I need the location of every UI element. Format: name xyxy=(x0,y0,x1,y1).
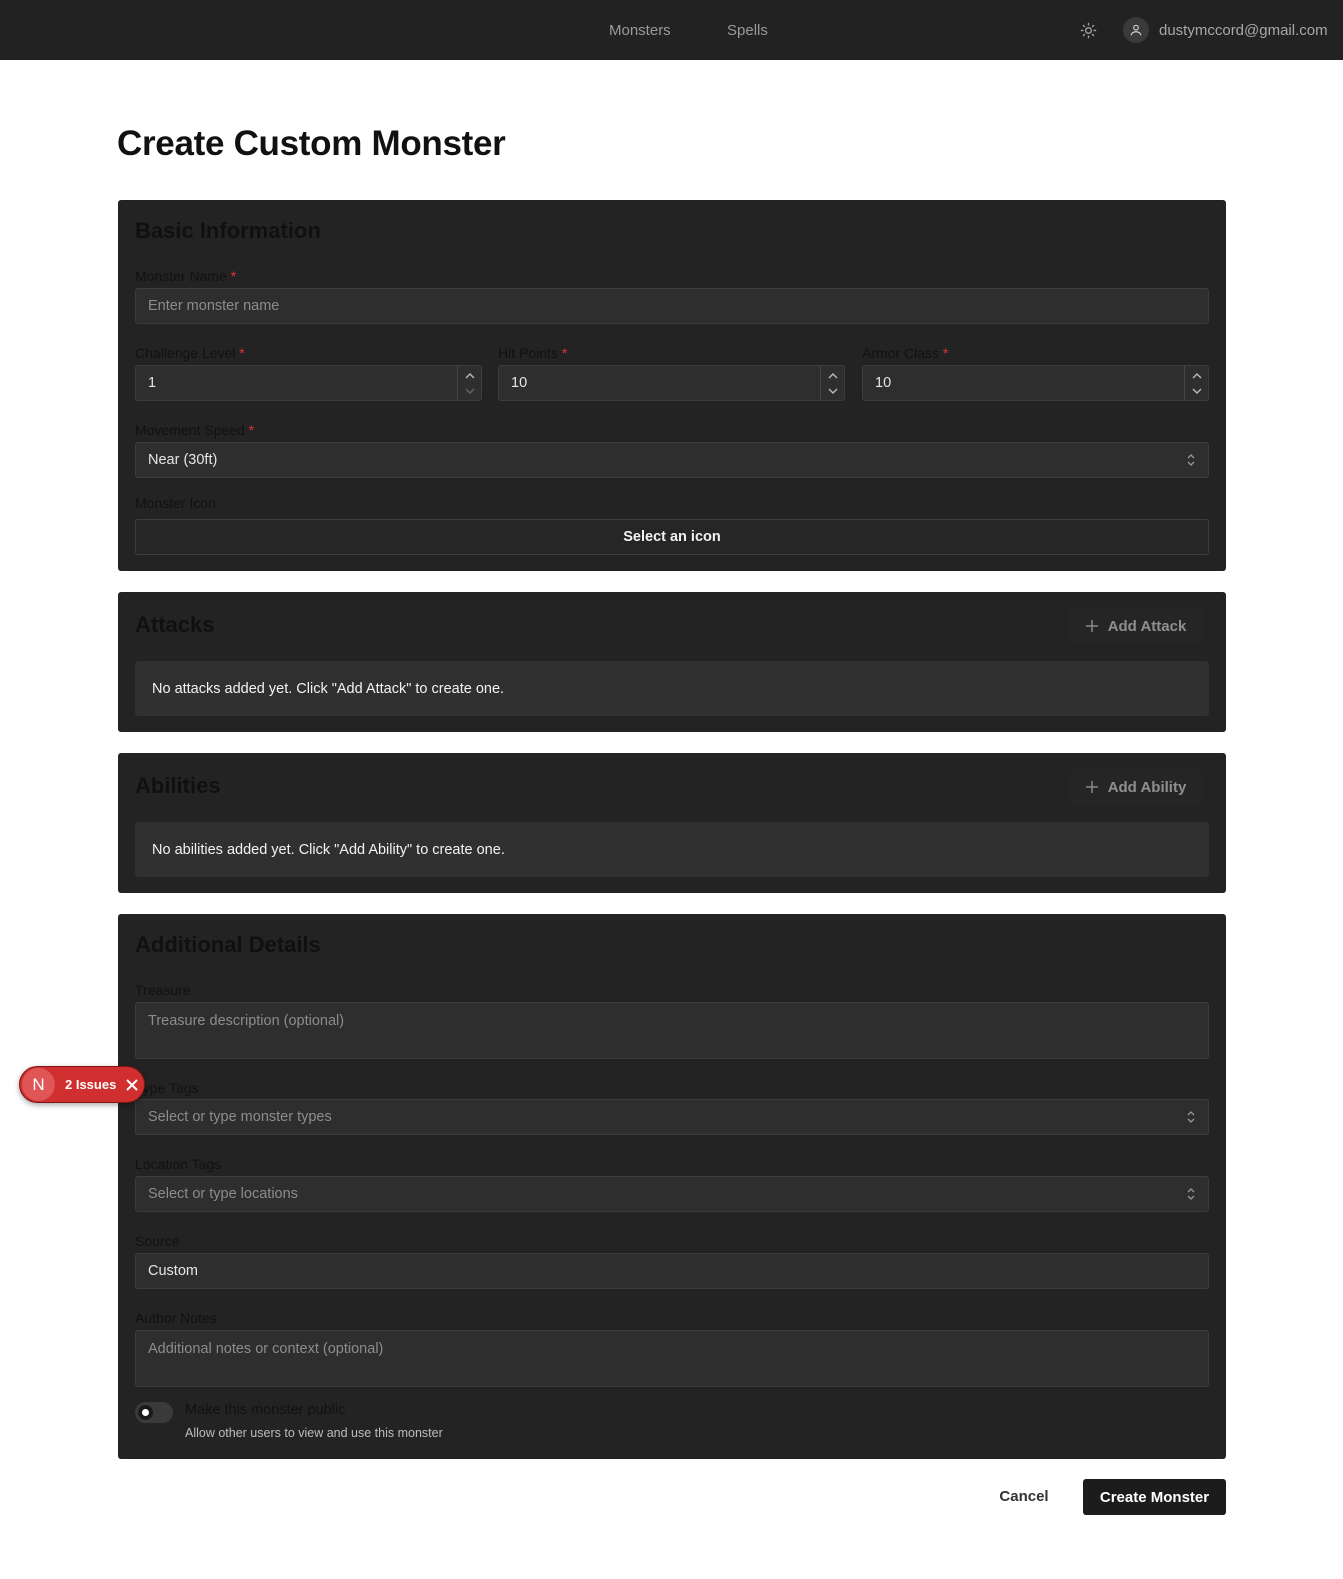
location-tags-label: Location Tags xyxy=(135,1156,222,1172)
issues-badge[interactable]: N 2 Issues xyxy=(19,1066,145,1103)
chevron-down-icon[interactable] xyxy=(465,386,475,396)
toggle-knob xyxy=(138,1405,153,1420)
source-input[interactable]: Custom xyxy=(135,1253,1209,1289)
public-toggle[interactable] xyxy=(135,1402,173,1423)
sun-icon[interactable] xyxy=(1080,22,1097,39)
challenge-level-stepper[interactable] xyxy=(457,366,481,400)
abilities-card: Abilities Add Ability No abilities added… xyxy=(118,753,1226,893)
treasure-label: Treasure xyxy=(135,982,191,998)
hit-points-label: Hit Points * xyxy=(498,345,568,361)
add-attack-button[interactable]: Add Attack xyxy=(1070,608,1202,644)
close-icon[interactable] xyxy=(125,1078,139,1092)
select-icon-button[interactable]: Select an icon xyxy=(135,519,1209,555)
section-title-details: Additional Details xyxy=(135,932,321,957)
monster-name-label: Monster Name * xyxy=(135,268,237,284)
plus-icon xyxy=(1085,781,1098,793)
chevron-up-icon[interactable] xyxy=(465,371,475,381)
monster-icon-label: Monster Icon xyxy=(135,495,216,511)
monster-name-input[interactable]: Enter monster name xyxy=(135,288,1209,324)
user-icon xyxy=(1130,24,1142,36)
hit-points-input[interactable]: 10 xyxy=(498,365,845,401)
source-label: Source xyxy=(135,1233,180,1249)
chevron-updown-icon xyxy=(1187,454,1195,466)
attacks-card: Attacks Add Attack No attacks added yet.… xyxy=(118,592,1226,732)
issues-avatar: N xyxy=(22,1068,55,1101)
attacks-empty-state: No attacks added yet. Click "Add Attack"… xyxy=(135,661,1209,716)
challenge-level-input[interactable]: 1 xyxy=(135,365,482,401)
add-attack-label: Add Attack xyxy=(1107,617,1187,635)
public-toggle-description: Allow other users to view and use this m… xyxy=(185,1426,443,1440)
abilities-empty-state: No abilities added yet. Click "Add Abili… xyxy=(135,822,1209,877)
section-title-basic: Basic Information xyxy=(135,218,321,243)
public-toggle-label: Make this monster public xyxy=(185,1402,346,1418)
author-notes-label: Author Notes xyxy=(135,1310,217,1326)
add-ability-label: Add Ability xyxy=(1107,778,1187,796)
treasure-textarea[interactable]: Treasure description (optional) xyxy=(135,1002,1209,1059)
plus-icon xyxy=(1085,620,1098,632)
basic-information-card: Basic Information Monster Name * Enter m… xyxy=(118,200,1226,571)
movement-speed-select[interactable]: Near (30ft) xyxy=(135,442,1209,478)
nav-monsters-link[interactable]: Monsters xyxy=(609,0,671,60)
chevron-down-icon[interactable] xyxy=(1192,386,1202,396)
movement-speed-label: Movement Speed * xyxy=(135,422,255,438)
challenge-level-label: Challenge Level * xyxy=(135,345,245,361)
type-tags-select[interactable]: Select or type monster types xyxy=(135,1099,1209,1135)
issues-count: 2 Issues xyxy=(65,1077,117,1092)
create-monster-button[interactable]: Create Monster xyxy=(1083,1479,1226,1515)
additional-details-card: Additional Details Treasure Treasure des… xyxy=(118,914,1226,1459)
chevron-up-icon[interactable] xyxy=(828,371,838,381)
chevron-updown-icon xyxy=(1187,1188,1195,1200)
author-notes-textarea[interactable]: Additional notes or context (optional) xyxy=(135,1330,1209,1387)
chevron-down-icon[interactable] xyxy=(828,386,838,396)
chevron-updown-icon xyxy=(1187,1111,1195,1123)
section-title-abilities: Abilities xyxy=(135,773,221,798)
armor-class-stepper[interactable] xyxy=(1184,366,1208,400)
user-email[interactable]: dustymccord@gmail.com xyxy=(1159,0,1328,60)
user-avatar[interactable] xyxy=(1123,17,1149,43)
chevron-up-icon[interactable] xyxy=(1192,371,1202,381)
top-navbar: Monsters Spells dustymccord@gmail.com xyxy=(0,0,1343,60)
armor-class-label: Armor Class * xyxy=(862,345,949,361)
nav-spells-link[interactable]: Spells xyxy=(727,0,768,60)
location-tags-select[interactable]: Select or type locations xyxy=(135,1176,1209,1212)
armor-class-input[interactable]: 10 xyxy=(862,365,1209,401)
add-ability-button[interactable]: Add Ability xyxy=(1070,769,1202,805)
hit-points-stepper[interactable] xyxy=(820,366,844,400)
page-title: Create Custom Monster xyxy=(117,124,506,163)
section-title-attacks: Attacks xyxy=(135,612,215,637)
cancel-button[interactable]: Cancel xyxy=(989,1478,1059,1514)
